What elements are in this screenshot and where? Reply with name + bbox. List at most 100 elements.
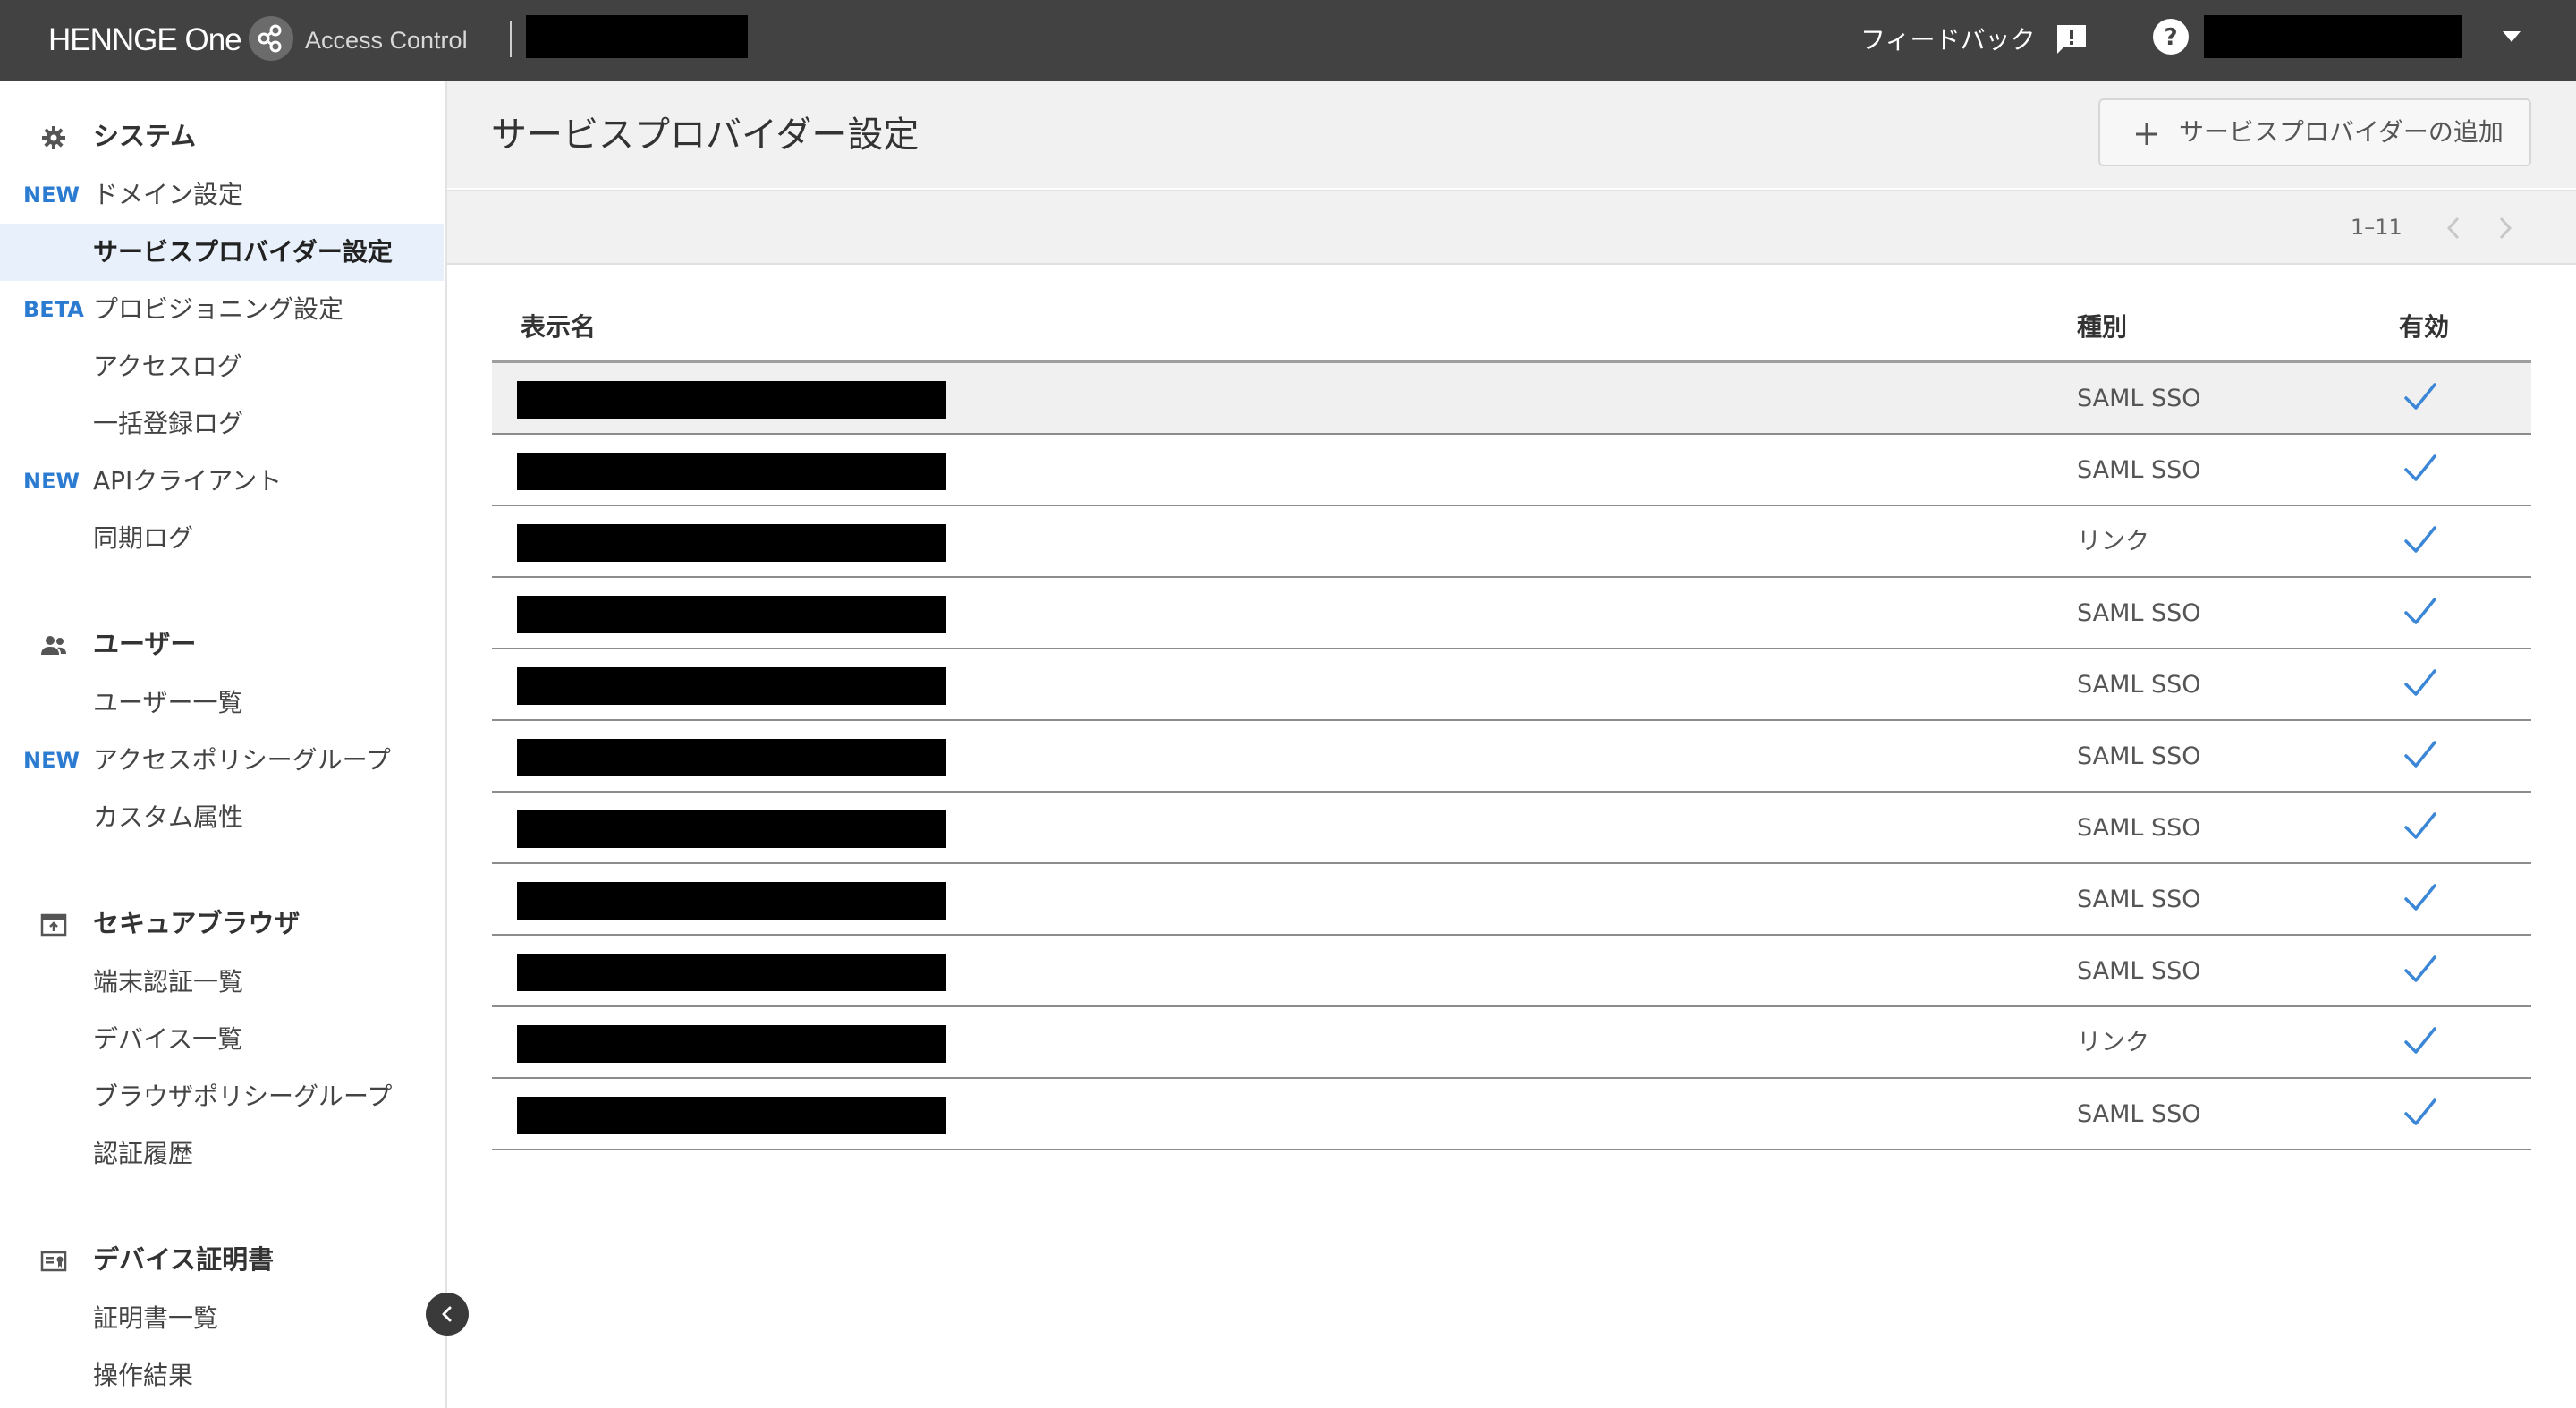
add-service-provider-button[interactable]: サービスプロバイダーの追加 — [2098, 98, 2531, 166]
sidebar-item-bulk-log[interactable]: 一括登録ログ — [0, 395, 444, 453]
sidebar-item-label: ブラウザポリシーグループ — [93, 1081, 393, 1111]
sidebar-item-operation-results[interactable]: 操作結果 — [0, 1347, 444, 1404]
check-icon — [2402, 810, 2438, 843]
table-row[interactable]: SAML SSO — [492, 721, 2531, 793]
sidebar-item-browser-policy-group[interactable]: ブラウザポリシーグループ — [0, 1068, 444, 1125]
table-row[interactable]: SAML SSO — [492, 936, 2531, 1007]
sidebar-item-device-auth-list[interactable]: 端末認証一覧 — [0, 954, 444, 1011]
page-header: サービスプロバイダー設定 サービスプロバイダーの追加 — [447, 81, 2576, 188]
share-icon — [249, 16, 293, 61]
redacted-display-name[interactable] — [517, 810, 946, 848]
redacted-display-name[interactable] — [517, 954, 946, 991]
redacted-display-name[interactable] — [517, 667, 946, 705]
row-type: SAML SSO — [2077, 886, 2201, 913]
sidebar-section-secure-browser: セキュアブラウザ — [0, 902, 445, 945]
redacted-user-name[interactable] — [2204, 15, 2462, 58]
redacted-display-name[interactable] — [517, 453, 946, 490]
sidebar-item-domain[interactable]: NEW ドメイン設定 — [0, 166, 444, 224]
sidebar-item-user-list[interactable]: ユーザー一覧 — [0, 674, 444, 732]
check-icon — [2402, 954, 2438, 986]
chevron-left-icon[interactable] — [2446, 216, 2461, 240]
sidebar-item-label: 証明書一覧 — [93, 1303, 219, 1333]
sidebar-item-access-log[interactable]: アクセスログ — [0, 338, 444, 395]
sidebar-item-custom-attributes[interactable]: カスタム属性 — [0, 789, 444, 846]
gear-icon — [39, 123, 68, 152]
divider — [510, 21, 512, 57]
sidebar-item-auth-history[interactable]: 認証履歴 — [0, 1125, 444, 1183]
brand-logo[interactable]: HENNGE One — [48, 18, 242, 63]
sidebar-item-label: 一括登録ログ — [93, 409, 244, 438]
check-icon — [2402, 453, 2438, 485]
column-header-name[interactable]: 表示名 — [521, 295, 596, 360]
feedback-icon[interactable] — [2054, 21, 2089, 57]
pagination-range: 1–11 — [2351, 215, 2402, 240]
row-type: SAML SSO — [2077, 742, 2201, 770]
new-badge: NEW — [23, 469, 80, 494]
table-row[interactable]: SAML SSO — [492, 435, 2531, 506]
collapse-sidebar-button[interactable] — [426, 1293, 469, 1336]
chevron-down-icon[interactable] — [2501, 30, 2522, 44]
column-header-type[interactable]: 種別 — [2077, 295, 2127, 360]
check-icon — [2402, 1097, 2438, 1129]
sidebar-item-label: 同期ログ — [93, 523, 194, 553]
table-row[interactable]: SAML SSO — [492, 1079, 2531, 1150]
sidebar-item-label: 操作結果 — [93, 1361, 194, 1390]
sidebar-item-service-provider[interactable]: サービスプロバイダー設定 — [0, 224, 444, 281]
redacted-display-name[interactable] — [517, 882, 946, 920]
sidebar-item-label: アクセスポリシーグループ — [93, 745, 391, 775]
table-row[interactable]: リンク — [492, 506, 2531, 578]
plus-icon — [2134, 122, 2159, 147]
redacted-display-name[interactable] — [517, 524, 946, 562]
sidebar-item-label: サービスプロバイダー設定 — [93, 237, 393, 267]
table-row[interactable]: SAML SSO — [492, 649, 2531, 721]
row-type: リンク — [2077, 528, 2149, 556]
row-type: SAML SSO — [2077, 599, 2201, 627]
new-badge: NEW — [23, 748, 80, 773]
table-row[interactable]: SAML SSO — [492, 793, 2531, 864]
sidebar-item-label: 端末認証一覧 — [93, 967, 244, 997]
browser-icon — [39, 911, 68, 939]
column-header-enabled[interactable]: 有効 — [2399, 295, 2449, 360]
sidebar-section-title: システム — [93, 121, 197, 151]
sidebar-item-access-policy-group[interactable]: NEW アクセスポリシーグループ — [0, 732, 444, 789]
table-header: 表示名 種別 有効 — [492, 295, 2531, 363]
beta-badge: BETA — [23, 297, 84, 322]
table-row[interactable]: SAML SSO — [492, 578, 2531, 649]
users-icon — [39, 632, 68, 660]
sidebar-section-system: システム — [0, 115, 445, 157]
check-icon — [2402, 596, 2438, 628]
service-provider-table: 表示名 種別 有効 SAML SSO SAML SSO リンク SAML SSO SAM… — [492, 295, 2531, 1150]
check-icon — [2402, 667, 2438, 700]
row-type: SAML SSO — [2077, 957, 2201, 985]
row-type: SAML SSO — [2077, 456, 2201, 484]
svg-text:?: ? — [2164, 24, 2177, 51]
sidebar-item-certificate-list[interactable]: 証明書一覧 — [0, 1290, 444, 1347]
row-type: リンク — [2077, 1029, 2149, 1056]
redacted-display-name[interactable] — [517, 1097, 946, 1134]
check-icon — [2402, 381, 2438, 413]
new-badge: NEW — [23, 182, 80, 208]
sidebar-item-label: ユーザー一覧 — [93, 688, 243, 717]
table-row[interactable]: SAML SSO — [492, 363, 2531, 435]
add-button-label: サービスプロバイダーの追加 — [2179, 117, 2504, 147]
table-row[interactable]: リンク — [492, 1007, 2531, 1079]
redacted-display-name[interactable] — [517, 381, 946, 419]
check-icon — [2402, 524, 2438, 556]
redacted-display-name[interactable] — [517, 596, 946, 633]
page-title: サービスプロバイダー設定 — [491, 115, 919, 156]
check-icon — [2402, 1025, 2438, 1057]
redacted-tenant-name — [526, 15, 748, 58]
sidebar-item-label: 認証履歴 — [93, 1139, 194, 1168]
help-icon[interactable]: ? — [2152, 18, 2190, 55]
sidebar-item-provisioning[interactable]: BETA プロビジョニング設定 — [0, 281, 444, 338]
feedback-link[interactable]: フィードバック — [1860, 18, 2035, 63]
sidebar-item-sync-log[interactable]: 同期ログ — [0, 510, 444, 567]
sidebar-section-title: デバイス証明書 — [93, 1244, 275, 1275]
sidebar-item-device-list[interactable]: デバイス一覧 — [0, 1011, 444, 1068]
redacted-display-name[interactable] — [517, 739, 946, 776]
sidebar-item-api-client[interactable]: NEW APIクライアント — [0, 453, 444, 510]
redacted-display-name[interactable] — [517, 1025, 946, 1063]
chevron-right-icon[interactable] — [2498, 216, 2512, 240]
row-type: SAML SSO — [2077, 1100, 2201, 1128]
table-row[interactable]: SAML SSO — [492, 864, 2531, 936]
